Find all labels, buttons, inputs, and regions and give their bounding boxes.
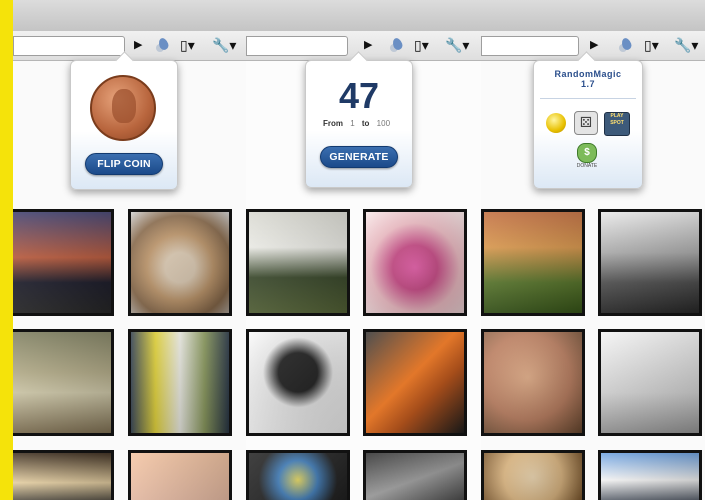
page-menu-icon[interactable]: ▯▾ [180, 34, 195, 56]
photo-tile[interactable] [246, 450, 350, 500]
address-bar[interactable] [13, 36, 125, 56]
photo-tile[interactable] [128, 329, 232, 436]
photo-tile[interactable] [481, 329, 585, 436]
play-icon[interactable]: ▶ [590, 34, 598, 56]
toolbar: ▶ ▯▾ 🔧▾ [481, 31, 705, 61]
browser-window-flip-coin: ▶ ▯▾ 🔧▾ FLIP COIN [13, 0, 246, 500]
photo-tile[interactable] [13, 329, 114, 436]
randommagic-extension-icon[interactable] [389, 36, 405, 54]
from-label: From [322, 119, 343, 128]
penny-coin-image [90, 75, 156, 141]
wrench-menu-icon[interactable]: 🔧▾ [674, 34, 698, 56]
play-icon[interactable]: ▶ [134, 34, 142, 56]
randommagic-extension-icon[interactable] [155, 36, 171, 54]
address-bar[interactable] [481, 36, 579, 56]
dice-icon[interactable]: ⚄ [574, 111, 598, 135]
generated-number: 47 [338, 75, 380, 116]
popup-title: RandomMagic 1.7 [534, 69, 642, 89]
photo-tile[interactable] [481, 209, 585, 316]
app-version: 1.7 [580, 79, 595, 89]
coin-icon[interactable] [546, 113, 566, 133]
flip-coin-button[interactable]: FLIP COIN [85, 153, 163, 175]
title-bar [481, 0, 705, 32]
wrench-menu-icon[interactable]: 🔧▾ [445, 34, 469, 56]
title-bar [13, 0, 246, 32]
app-name: RandomMagic [554, 69, 622, 79]
photo-tile[interactable] [246, 209, 350, 316]
randommagic-menu-popup: RandomMagic 1.7 ⚄ PLAY SPOT $ DONATE [533, 60, 643, 189]
photo-tile[interactable] [128, 209, 232, 316]
photo-tile[interactable] [598, 209, 702, 316]
flip-coin-popup: FLIP COIN [70, 60, 178, 190]
randommagic-extension-icon[interactable] [618, 36, 634, 54]
photo-tile[interactable] [598, 329, 702, 436]
photo-tile[interactable] [13, 450, 114, 500]
from-value[interactable]: 1 [350, 119, 354, 128]
money-bag-icon[interactable]: $ [577, 143, 597, 163]
photo-tile[interactable] [128, 450, 232, 500]
cards-label: PLAY SPOT [610, 113, 624, 126]
photo-tile[interactable] [598, 450, 702, 500]
photo-tile[interactable] [246, 329, 350, 436]
donate-label: DONATE [576, 163, 598, 169]
page-menu-icon[interactable]: ▯▾ [414, 34, 429, 56]
window-left-edge [0, 0, 13, 500]
address-bar[interactable] [246, 36, 348, 56]
number-generator-popup: 47 From 1 to 100 GENERATE [305, 60, 413, 188]
photo-tile[interactable] [363, 450, 467, 500]
divider [540, 98, 636, 99]
photo-tile[interactable] [481, 450, 585, 500]
photo-tile[interactable] [363, 209, 467, 316]
photo-tile[interactable] [13, 209, 114, 316]
to-label: to [361, 119, 370, 128]
to-value[interactable]: 100 [377, 119, 390, 128]
playing-cards-icon[interactable]: PLAY SPOT [604, 112, 630, 136]
generate-button[interactable]: GENERATE [320, 146, 398, 168]
range-row: From 1 to 100 [306, 119, 412, 128]
page-menu-icon[interactable]: ▯▾ [644, 34, 659, 56]
title-bar [246, 0, 481, 32]
play-icon[interactable]: ▶ [364, 34, 372, 56]
browser-window-randommagic: ▶ ▯▾ 🔧▾ RandomMagic 1.7 ⚄ PLAY SPOT $ DO… [481, 0, 705, 500]
browser-window-number-generator: ▶ ▯▾ 🔧▾ 47 From 1 to 100 GENERATE [246, 0, 481, 500]
photo-tile[interactable] [363, 329, 467, 436]
wrench-menu-icon[interactable]: 🔧▾ [212, 34, 236, 56]
